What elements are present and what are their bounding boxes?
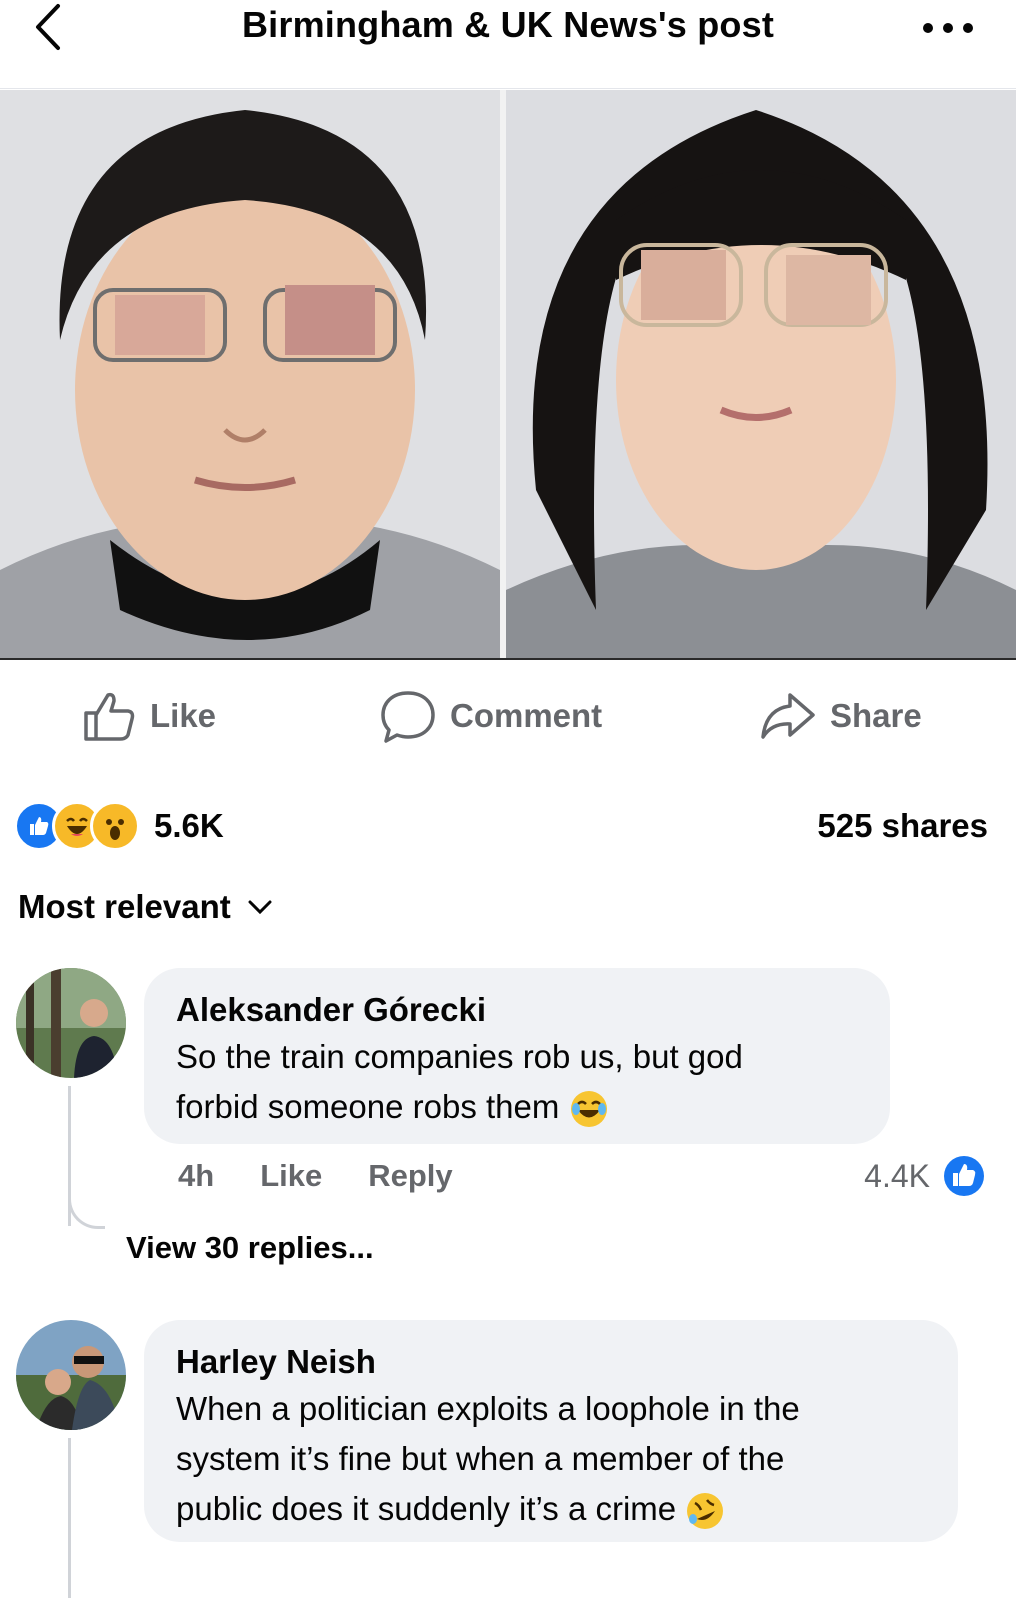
wow-reaction-icon <box>90 801 140 851</box>
rolling-laughing-emoji-icon <box>685 1491 725 1531</box>
more-options-icon[interactable] <box>918 6 978 46</box>
photo-right <box>506 90 1016 658</box>
comment-bubble-icon <box>381 691 435 743</box>
comment-sort-dropdown[interactable]: Most relevant <box>18 888 273 926</box>
comment-time: 4h <box>178 1158 215 1193</box>
chevron-down-icon <box>248 900 272 915</box>
share-arrow-icon <box>761 693 815 739</box>
comment-author[interactable]: Aleksander Górecki <box>176 988 858 1032</box>
share-count[interactable]: 525 shares <box>817 802 988 850</box>
post-stats: 5.6K 525 shares <box>0 790 1016 860</box>
comment-text: forbid someone robs them <box>176 1088 560 1125</box>
post-image[interactable] <box>0 90 1016 660</box>
comment-bubble[interactable]: Aleksander Górecki So the train companie… <box>144 968 890 1144</box>
like-button[interactable]: Like <box>82 690 216 742</box>
comment-text: public does it suddenly it’s a crime <box>176 1490 677 1527</box>
laughing-emoji-icon <box>569 1089 609 1129</box>
comment-author[interactable]: Harley Neish <box>176 1340 926 1384</box>
share-label: Share <box>830 697 922 734</box>
comment-text-line: So the train companies rob us, but god <box>176 1038 743 1075</box>
avatar[interactable] <box>16 1320 126 1430</box>
comment-label: Comment <box>450 697 603 734</box>
page-title: Birmingham & UK News's post <box>241 4 775 45</box>
comment-meta: 4h Like Reply <box>178 1158 453 1194</box>
like-label: Like <box>150 697 217 734</box>
thread-curve <box>68 1192 105 1229</box>
comment-like-count[interactable]: 4.4K <box>864 1154 986 1198</box>
sort-label: Most relevant <box>18 888 231 925</box>
share-button[interactable]: Share <box>760 690 922 742</box>
comment-text-line: forbid someone robs them <box>176 1082 858 1132</box>
reaction-count: 5.6K <box>154 807 224 844</box>
top-bar: Birmingham & UK News's post <box>0 0 1016 89</box>
thumbs-up-icon <box>84 692 135 741</box>
comment-like-button[interactable]: Like <box>260 1158 322 1194</box>
comment-text-line: When a politician exploits a loophole in… <box>176 1390 800 1427</box>
like-count-value: 4.4K <box>864 1157 930 1194</box>
like-reaction-icon <box>944 1156 984 1196</box>
thread-line <box>68 1438 71 1598</box>
comment-bubble[interactable]: Harley Neish When a politician exploits … <box>144 1320 958 1542</box>
reactions-summary[interactable]: 5.6K <box>14 801 224 851</box>
comment-reply-button[interactable]: Reply <box>368 1158 452 1194</box>
view-replies-link[interactable]: View 30 replies... <box>126 1230 374 1266</box>
avatar[interactable] <box>16 968 126 1078</box>
post-actions: Like Comment Share <box>0 672 1016 762</box>
comment-text-line: system it’s fine but when a member of th… <box>176 1440 785 1477</box>
photo-left <box>0 90 500 658</box>
comment-text-line: public does it suddenly it’s a crime <box>176 1484 926 1534</box>
